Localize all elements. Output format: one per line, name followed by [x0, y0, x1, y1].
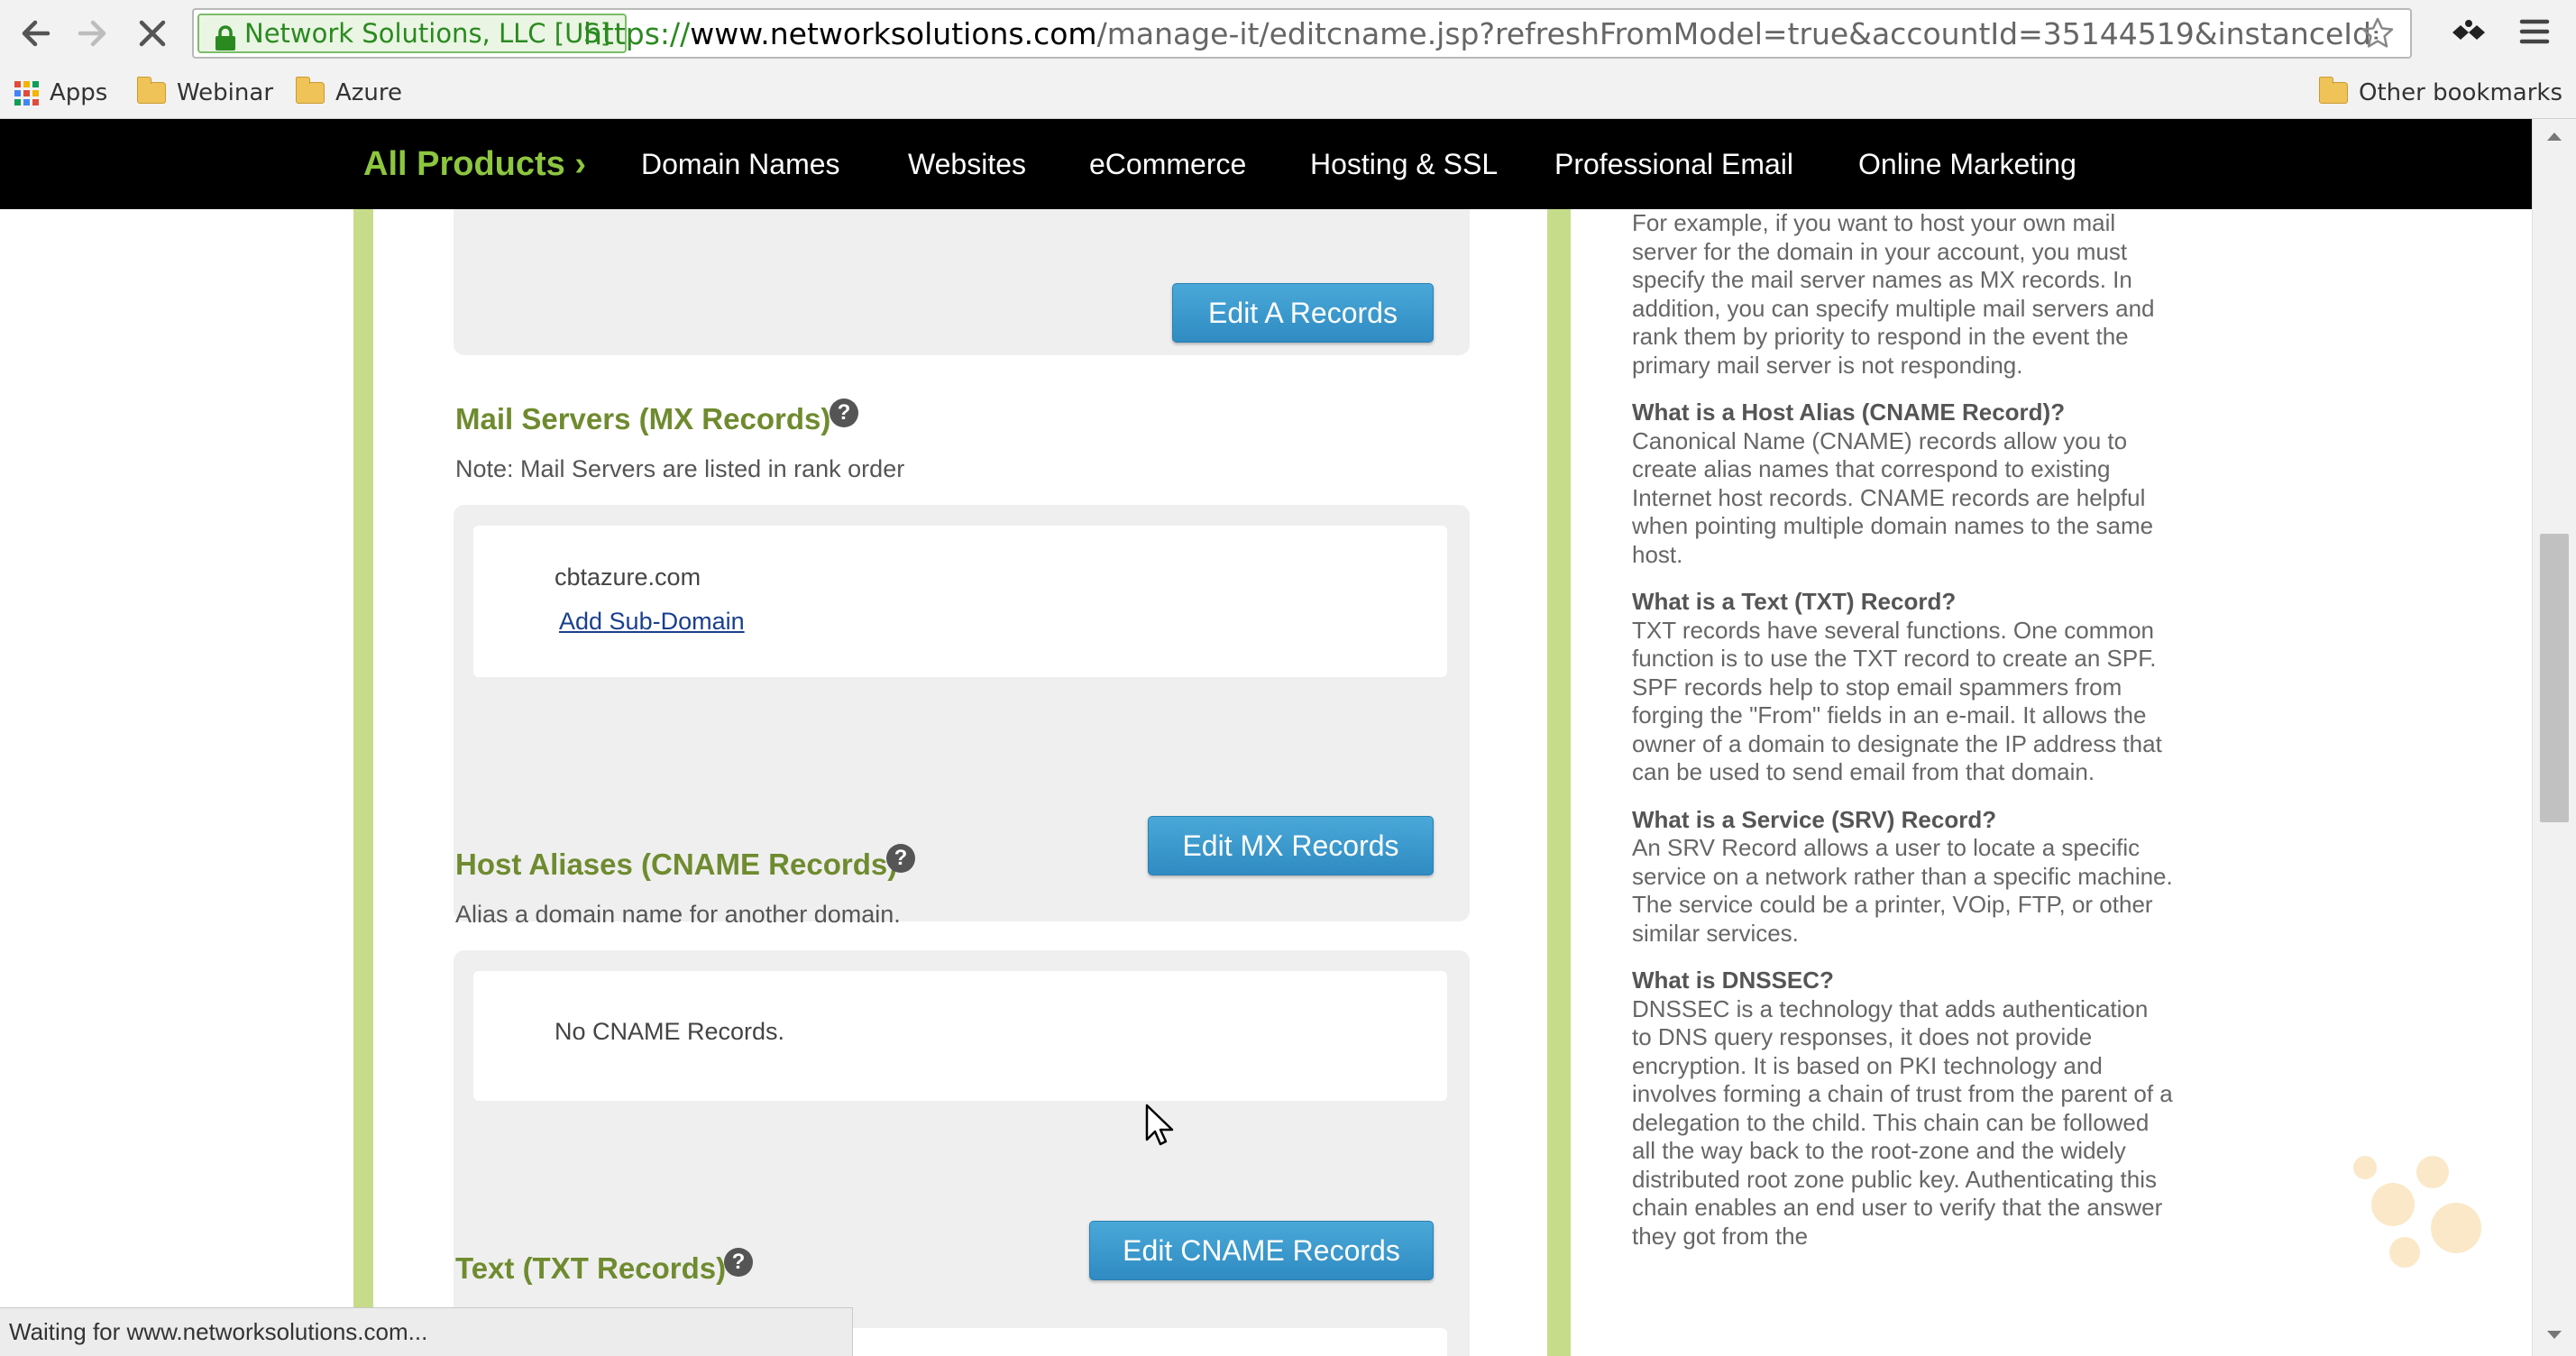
lock-icon	[215, 25, 235, 50]
page-scrollbar[interactable]	[2532, 119, 2576, 1356]
status-bar: Waiting for www.networksolutions.com...	[0, 1307, 853, 1356]
srv-help: What is a Service (SRV) Record? An SRV Re…	[1632, 806, 2173, 948]
bookmark-label: Apps	[50, 79, 108, 106]
edit-a-records-button[interactable]: Edit A Records	[1172, 283, 1434, 343]
mx-note: Note: Mail Servers are listed in rank or…	[455, 455, 905, 482]
right-accent-bar	[1547, 209, 1571, 1356]
folder-icon	[2319, 77, 2348, 104]
srv-help-answer: An SRV Record allows a user to locate a …	[1632, 834, 2173, 947]
edit-mx-records-button[interactable]: Edit MX Records	[1148, 816, 1434, 875]
mx-records-list: cbtazure.com Add Sub-Domain	[473, 526, 1447, 677]
dnssec-help: What is DNSSEC? DNSSEC is a technology th…	[1632, 967, 2173, 1251]
ev-certificate-badge[interactable]: Network Solutions, LLC [US]	[197, 14, 628, 53]
a-records-card: Edit A Records	[454, 191, 1470, 355]
browser-toolbar: Network Solutions, LLC [US] https://www.…	[0, 0, 2576, 67]
dns-help-column: For example, if you want to host your ow…	[1632, 209, 2173, 1269]
page-viewport: All Products › Domain Names Websites eCo…	[0, 119, 2532, 1356]
txt-help-question: What is a Text (TXT) Record?	[1632, 588, 1957, 615]
cname-help-answer: Canonical Name (CNAME) records allow you…	[1632, 426, 2154, 568]
dnssec-help-question: What is DNSSEC?	[1632, 967, 1834, 994]
txt-help-answer: TXT records have several functions. One …	[1632, 616, 2162, 786]
ev-badge-label: Network Solutions, LLC [US]	[244, 18, 611, 49]
extension-button[interactable]	[2449, 13, 2489, 56]
nav-professional-email[interactable]: Professional Email	[1554, 119, 1793, 209]
loading-dots-decoration	[2353, 1156, 2481, 1273]
help-icon[interactable]: ?	[724, 1248, 753, 1277]
mouse-cursor-icon	[1145, 1104, 1174, 1146]
txt-help: What is a Text (TXT) Record? TXT records …	[1632, 588, 2173, 787]
url-scheme: https://	[583, 16, 691, 51]
extension-icon	[2452, 20, 2485, 40]
other-bookmarks-label: Other bookmarks	[2359, 79, 2563, 106]
close-icon	[139, 20, 166, 47]
menu-button[interactable]	[2517, 14, 2552, 52]
add-sub-domain-link[interactable]: Add Sub-Domain	[559, 608, 745, 636]
bookmark-star-button[interactable]	[2360, 15, 2396, 55]
back-button[interactable]	[11, 9, 60, 58]
star-icon	[2361, 17, 2394, 48]
back-arrow-icon	[22, 20, 50, 47]
bookmark-azure[interactable]: Azure	[296, 67, 402, 119]
dnssec-help-answer: DNSSEC is a technology that adds authent…	[1632, 994, 2173, 1250]
url-text[interactable]: https://www.networksolutions.com/manage-…	[583, 13, 2378, 56]
nav-websites[interactable]: Websites	[908, 119, 1026, 209]
cname-empty-message: No CNAME Records.	[555, 1018, 785, 1045]
address-bar[interactable]: Network Solutions, LLC [US] https://www.…	[192, 8, 2412, 59]
edit-cname-records-button[interactable]: Edit CNAME Records	[1089, 1221, 1434, 1280]
cname-section-title: Host Aliases (CNAME Records)	[455, 848, 898, 881]
forward-arrow-icon	[78, 20, 106, 47]
bookmark-label: Webinar	[177, 79, 274, 106]
mx-record-value: cbtazure.com	[555, 563, 701, 591]
txt-section-title: Text (TXT Records)	[455, 1251, 727, 1285]
cname-help: What is a Host Alias (CNAME Record)? Cano…	[1632, 399, 2173, 569]
cname-note: Alias a domain name for another domain.	[455, 901, 901, 928]
bookmark-label: Azure	[335, 79, 403, 106]
nav-domain-names[interactable]: Domain Names	[641, 119, 840, 209]
nav-hosting-ssl[interactable]: Hosting & SSL	[1310, 119, 1498, 209]
help-icon[interactable]: ?	[830, 399, 858, 427]
scroll-down-arrow-icon[interactable]	[2545, 1329, 2563, 1342]
nav-all-products[interactable]: All Products ›	[363, 119, 586, 209]
help-icon[interactable]: ?	[886, 844, 915, 873]
folder-icon	[137, 77, 166, 104]
forward-button[interactable]	[69, 9, 117, 58]
nav-ecommerce[interactable]: eCommerce	[1089, 119, 1246, 209]
hamburger-menu-icon	[2519, 19, 2550, 44]
left-accent-bar	[353, 209, 373, 1356]
cname-help-question: What is a Host Alias (CNAME Record)?	[1632, 399, 2066, 426]
bookmark-apps[interactable]: Apps	[14, 67, 107, 119]
url-path: /manage-it/editcname.jsp?refreshFromMode…	[1096, 16, 2378, 51]
mx-help-text: For example, if you want to host your ow…	[1632, 209, 2155, 379]
apps-grid-icon	[14, 80, 39, 105]
folder-icon	[296, 77, 325, 104]
srv-help-question: What is a Service (SRV) Record?	[1632, 805, 1997, 833]
mx-section-title: Mail Servers (MX Records)	[455, 402, 831, 435]
bookmarks-bar: Apps Webinar Azure Other bookmarks	[0, 67, 2576, 119]
other-bookmarks[interactable]: Other bookmarks	[2319, 67, 2562, 119]
scroll-up-arrow-icon[interactable]	[2545, 130, 2563, 142]
scroll-thumb[interactable]	[2540, 534, 2569, 822]
cname-records-list: No CNAME Records.	[473, 971, 1447, 1101]
stop-loading-button[interactable]	[128, 9, 177, 58]
nav-online-marketing[interactable]: Online Marketing	[1858, 119, 2076, 209]
main-navigation: All Products › Domain Names Websites eCo…	[0, 119, 2532, 209]
url-host: www.networksolutions.com	[690, 16, 1097, 51]
bookmark-webinar[interactable]: Webinar	[137, 67, 273, 119]
